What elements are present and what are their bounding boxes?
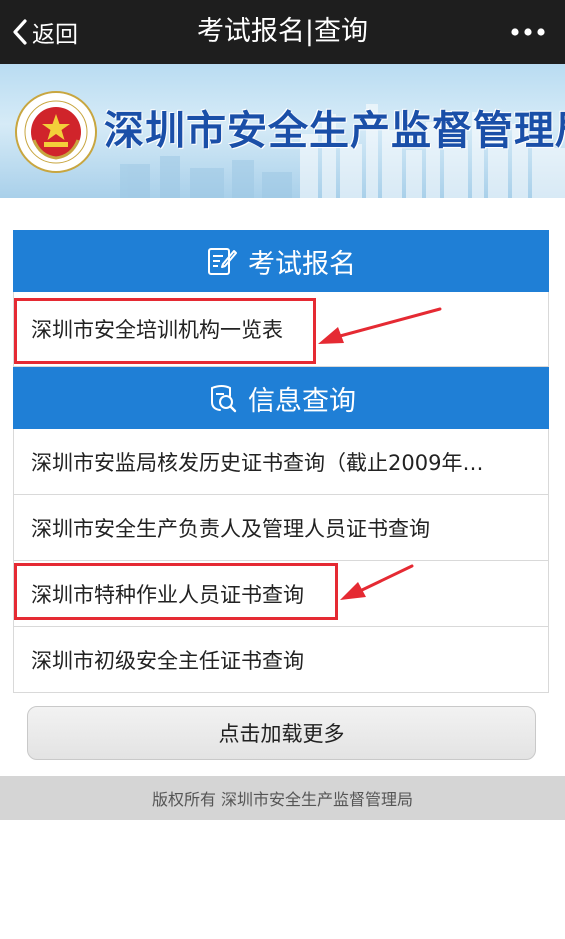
national-emblem-icon xyxy=(15,91,97,173)
section-title: 考试报名 xyxy=(248,248,356,280)
more-dots-icon xyxy=(511,28,545,36)
back-button[interactable]: 返回 xyxy=(12,0,78,64)
chevron-left-icon xyxy=(13,19,27,45)
list-item-manager-certificate[interactable]: 深圳市安全生产负责人及管理人员证书查询 xyxy=(13,495,549,561)
list-item-junior-safety-officer-certificate[interactable]: 深圳市初级安全主任证书查询 xyxy=(13,627,549,693)
list-item-label: 深圳市安全生产负责人及管理人员证书查询 xyxy=(31,516,430,541)
section-title: 信息查询 xyxy=(248,385,356,417)
list-item-label: 深圳市特种作业人员证书查询 xyxy=(31,582,304,607)
list-item-history-certificate[interactable]: 深圳市安监局核发历史证书查询（截止2009年… xyxy=(13,429,549,495)
list-item-special-operation-certificate[interactable]: 深圳市特种作业人员证书查询 xyxy=(13,561,549,627)
list-item-label: 深圳市安全培训机构一览表 xyxy=(31,318,283,342)
section-header-exam-registration: 考试报名 xyxy=(13,230,549,292)
back-label: 返回 xyxy=(32,22,78,48)
top-navbar: 返回 考试报名|查询 xyxy=(0,0,565,64)
banner-title: 深圳市安全生产监督管理局 xyxy=(104,108,565,154)
list-item-training-institutions[interactable]: 深圳市安全培训机构一览表 xyxy=(13,292,549,367)
copyright-footer: 版权所有 深圳市安全生产监督管理局 xyxy=(0,776,565,820)
info-query-icon xyxy=(211,385,237,413)
section-header-info-query: 信息查询 xyxy=(13,367,549,429)
load-more-button[interactable]: 点击加载更多 xyxy=(27,706,536,760)
edit-form-icon xyxy=(208,248,237,275)
list-item-label: 深圳市初级安全主任证书查询 xyxy=(31,648,304,673)
page-title: 考试报名|查询 xyxy=(196,16,369,47)
header-banner: 深圳市安全生产监督管理局 xyxy=(0,64,565,198)
more-menu-button[interactable] xyxy=(511,0,545,64)
list-item-label: 深圳市安监局核发历史证书查询（截止2009年… xyxy=(31,450,484,475)
